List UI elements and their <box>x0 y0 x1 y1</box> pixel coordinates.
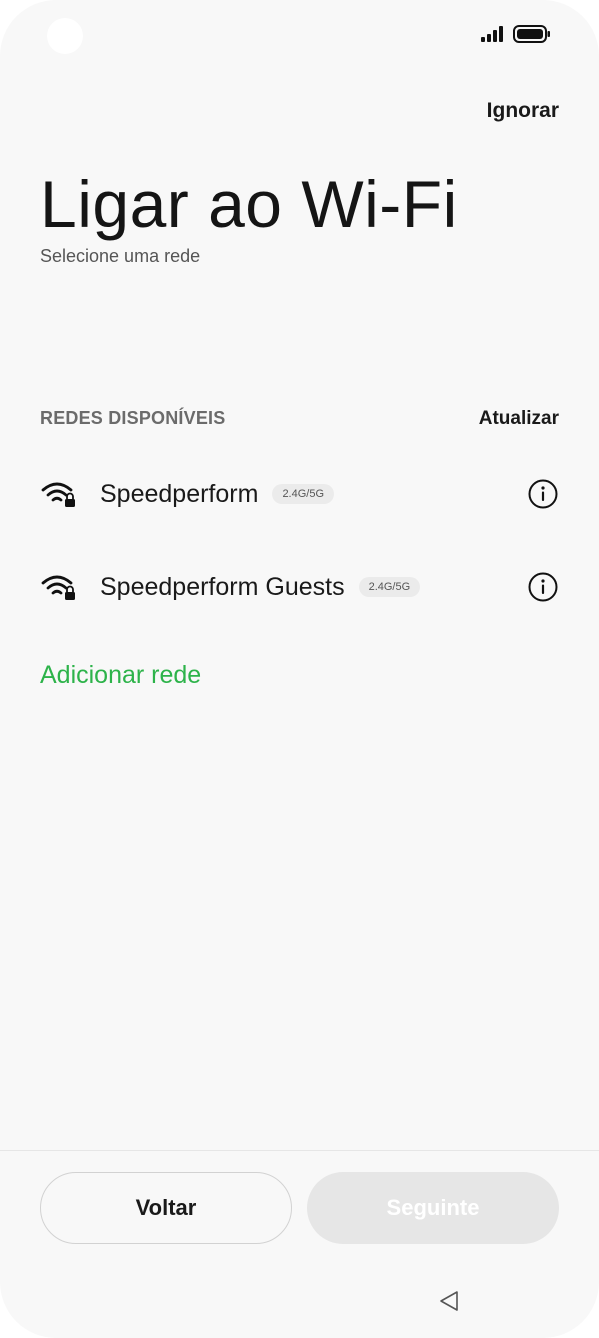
signal-bars-icon <box>481 26 503 42</box>
phone-screen: Ignorar Ligar ao Wi-Fi Selecione uma red… <box>0 0 599 1338</box>
next-button[interactable]: Seguinte <box>307 1172 559 1244</box>
network-name: Speedperform Guests <box>100 572 345 601</box>
info-icon[interactable] <box>527 571 559 603</box>
camera-cutout <box>47 18 83 54</box>
band-badge: 2.4G/5G <box>272 484 335 504</box>
available-networks-header: REDES DISPONÍVEIS <box>40 408 226 428</box>
wifi-locked-icon <box>41 482 75 507</box>
skip-button[interactable]: Ignorar <box>487 99 559 123</box>
footer-divider <box>0 1150 599 1151</box>
network-row-speedperform-guests[interactable]: Speedperform Guests 2.4G/5G <box>40 562 559 612</box>
network-name: Speedperform <box>100 479 259 508</box>
refresh-button[interactable]: Atualizar <box>479 408 559 430</box>
add-network-link[interactable]: Adicionar rede <box>40 661 201 690</box>
page-title: Ligar ao Wi-Fi <box>40 167 458 241</box>
network-row-speedperform[interactable]: Speedperform 2.4G/5G <box>40 469 559 519</box>
battery-full-icon <box>513 25 550 43</box>
nav-back-icon[interactable] <box>437 1289 461 1313</box>
page-subtitle: Selecione uma rede <box>40 246 201 266</box>
status-bar <box>481 25 551 43</box>
wifi-locked-icon <box>41 575 75 600</box>
info-icon[interactable] <box>527 478 559 510</box>
band-badge: 2.4G/5G <box>358 577 421 597</box>
back-button[interactable]: Voltar <box>40 1172 292 1244</box>
